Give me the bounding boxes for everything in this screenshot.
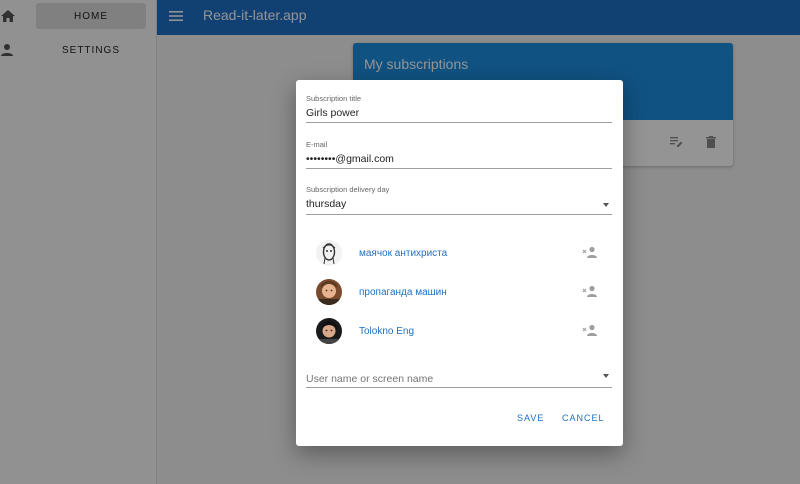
subscription-user-link[interactable]: маячок антихриста xyxy=(359,248,447,259)
user-search-input[interactable] xyxy=(306,373,596,385)
email-input[interactable]: ••••••••@gmail.com xyxy=(306,153,612,167)
field-label: Subscription delivery day xyxy=(306,185,390,194)
subscription-user-link[interactable]: пропаганда машин xyxy=(359,287,447,298)
cancel-button[interactable]: CANCEL xyxy=(562,413,605,423)
remove-user-icon[interactable] xyxy=(582,246,598,259)
list-item: маячок антихриста xyxy=(316,240,606,268)
remove-user-icon[interactable] xyxy=(582,324,598,337)
field-underline xyxy=(306,214,612,215)
list-item: пропаганда машин xyxy=(316,279,606,307)
field-underline xyxy=(306,387,612,388)
field-underline xyxy=(306,168,612,169)
edit-subscription-dialog: Subscription title Girls power E-mail ••… xyxy=(296,80,623,446)
dropdown-arrow-icon[interactable] xyxy=(603,203,609,207)
user-search-field[interactable] xyxy=(306,369,612,388)
save-button[interactable]: SAVE xyxy=(517,413,544,423)
dropdown-arrow-icon[interactable] xyxy=(603,374,609,378)
field-underline xyxy=(306,122,612,123)
subscription-user-link[interactable]: Tolokno Eng xyxy=(359,326,414,337)
avatar xyxy=(316,318,342,344)
subscription-title-input[interactable]: Girls power xyxy=(306,107,612,121)
avatar xyxy=(316,240,342,266)
avatar xyxy=(316,279,342,305)
subscription-title-field[interactable]: Subscription title Girls power xyxy=(306,94,612,123)
email-field[interactable]: E-mail ••••••••@gmail.com xyxy=(306,140,612,169)
delivery-day-value[interactable]: thursday xyxy=(306,198,612,212)
remove-user-icon[interactable] xyxy=(582,285,598,298)
field-label: E-mail xyxy=(306,140,328,149)
list-item: Tolokno Eng xyxy=(316,318,606,346)
delivery-day-select[interactable]: Subscription delivery day thursday xyxy=(306,185,612,215)
field-label: Subscription title xyxy=(306,94,362,103)
